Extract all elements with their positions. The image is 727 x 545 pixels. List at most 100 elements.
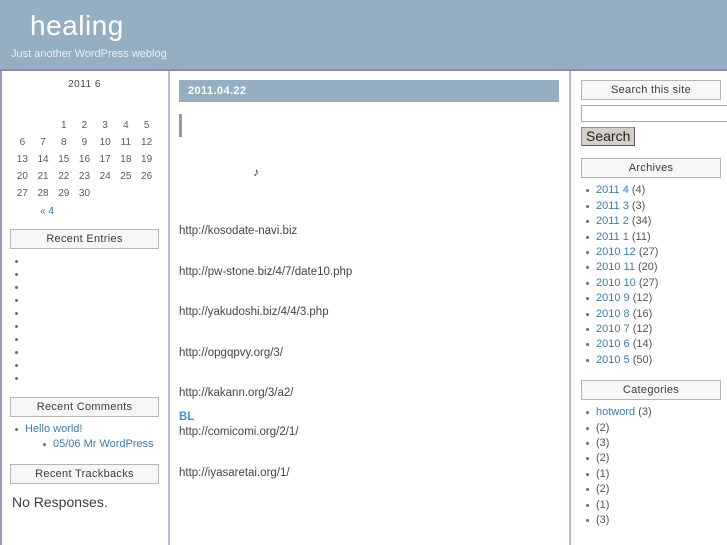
calendar-table: 1 2 3 4 5 6 7 8 9 10 11 12 13 14 15 16 1… [12,108,157,202]
calendar-day: 14 [37,154,49,165]
calendar-day [116,185,137,202]
list-item[interactable]: (1) [583,498,727,513]
list-item[interactable] [12,359,167,372]
recent-comments-title: Recent Comments [10,397,159,417]
calendar-day [136,185,157,202]
archive-count: (12) [632,323,653,336]
list-item[interactable] [12,307,167,320]
list-item[interactable]: 2010 10 (27) [583,276,727,291]
list-item[interactable] [12,320,167,333]
list-item[interactable]: 2010 6 (14) [583,337,727,352]
calendar-widget: 2011 6 1 2 3 4 5 6 7 8 9 10 11 12 13 14 … [2,71,167,217]
list-item[interactable]: 2010 7 (12) [583,322,727,337]
calendar-day: 2 [81,120,88,131]
list-item[interactable]: (2) [583,482,727,497]
list-item[interactable]: http://yakudoshi.biz/4/4/3.php [179,306,567,319]
archive-link[interactable]: 2010 6 [596,338,630,350]
post-link[interactable]: http://kosodate-navi.biz [179,225,297,237]
list-item[interactable]: 2010 9 (12) [583,291,727,306]
list-item[interactable]: http://pw-stone.biz/4/7/date10.php [179,266,567,279]
calendar-day: 18 [120,154,132,165]
list-item[interactable]: http://opgqpvy.org/3/ [179,347,567,360]
category-count: (2) [596,452,610,465]
list-item[interactable]: 2011 1 (11) [583,230,727,245]
list-item[interactable]: Hello world! 05/06 Mr WordPress [12,423,167,452]
search-input[interactable] [581,105,727,122]
recent-trackbacks-empty-text: No Responses. [12,493,108,510]
archive-link[interactable]: 2011 2 [596,215,629,227]
list-item[interactable]: (2) [583,421,727,436]
post-link[interactable]: http://iyasaretai.org/1/ [179,467,290,479]
list-item[interactable] [12,372,167,385]
calendar-day: 26 [141,171,153,182]
archive-link[interactable]: 2010 8 [596,308,630,320]
list-item[interactable]: 2010 8 (16) [583,307,727,322]
calendar-prev-month-nav: « 4 [12,202,157,217]
post-link[interactable]: http://yakudoshi.biz/4/4/3.php [179,306,329,318]
post-link[interactable]: http://kakann.org/3/a2/ [179,387,293,399]
archive-link[interactable]: 2011 3 [596,200,629,212]
list-item[interactable]: (2) [583,451,727,466]
list-item[interactable]: 2011 2 (34) [583,214,727,229]
post-link-label[interactable]: BL [179,411,567,424]
list-item[interactable] [12,294,167,307]
calendar-week-row: 13 14 15 16 17 18 19 [12,151,157,168]
list-item[interactable]: http://kosodate-navi.biz [179,225,567,238]
calendar-day: 3 [102,120,108,131]
list-item[interactable]: BL http://comicomi.org/2/1/ [179,411,567,439]
list-item[interactable] [12,333,167,346]
calendar-day: 16 [78,154,91,165]
archive-count: (16) [632,307,653,320]
list-item[interactable]: (1) [583,467,727,482]
archive-link[interactable]: 2010 5 [596,354,630,366]
calendar-prev-month-link[interactable]: « 4 [40,206,54,217]
list-item[interactable]: 2010 5 (50) [583,353,727,368]
list-item[interactable] [12,346,167,359]
list-item[interactable]: 2011 3 (3) [583,199,727,214]
list-item[interactable]: 2010 11 (20) [583,260,727,275]
list-item[interactable]: 2011 4 (4) [583,183,727,198]
list-item[interactable]: 05/06 Mr WordPress [41,437,167,452]
calendar-weekday [33,108,54,117]
archive-link[interactable]: 2010 10 [596,277,636,289]
archive-link[interactable]: 2010 9 [596,292,630,304]
post-date-header: 2011.04.22 [179,80,559,102]
post-link[interactable]: http://pw-stone.biz/4/7/date10.php [179,266,352,278]
list-item[interactable]: (3) [583,513,727,528]
calendar-day: 5 [143,120,150,131]
calendar-caption: 2011 6 [68,79,101,90]
calendar-day: 21 [37,171,49,182]
archive-link[interactable]: 2010 7 [596,323,630,335]
post-link[interactable]: http://comicomi.org/2/1/ [179,426,299,438]
recent-comments-list: Hello world! 05/06 Mr WordPress [2,423,167,452]
list-item[interactable] [12,268,167,281]
recent-trackbacks-title: Recent Trackbacks [10,463,159,484]
calendar-day: 28 [37,188,49,199]
site-title[interactable]: healing [30,12,124,40]
archive-link[interactable]: 2011 1 [596,231,629,243]
calendar-day: 30 [78,188,91,199]
archives-list: 2011 4 (4) 2011 3 (3) 2011 2 (34) 2011 1… [573,183,727,368]
archive-link[interactable]: 2011 4 [596,184,629,196]
calendar-day [33,117,54,134]
list-item[interactable]: (3) [583,436,727,451]
list-item[interactable] [12,281,167,294]
list-item[interactable] [12,255,167,268]
post-link[interactable]: http://opgqpvy.org/3/ [179,347,283,359]
recent-comment-author-link[interactable]: 05/06 Mr WordPress [53,438,154,450]
list-item[interactable]: http://iyasaretai.org/1/ [179,467,567,480]
recent-comment-post-link[interactable]: Hello world! [25,423,82,435]
archive-link[interactable]: 2010 11 [596,261,635,273]
calendar-day: 11 [120,137,132,148]
calendar-day: 4 [123,120,129,131]
list-item[interactable]: hotword (3) [583,405,727,420]
site-tagline: Just another WordPress weblog [11,48,167,60]
archive-count: (11) [631,230,651,243]
search-button[interactable]: Search [581,127,636,147]
list-item[interactable]: 2010 12 (27) [583,245,727,260]
list-item[interactable]: http://kakann.org/3/a2/ [179,387,567,400]
calendar-weekday [74,108,95,117]
calendar-day: 13 [16,154,28,165]
category-link[interactable]: hotword [596,406,635,418]
archive-link[interactable]: 2010 12 [596,246,636,258]
